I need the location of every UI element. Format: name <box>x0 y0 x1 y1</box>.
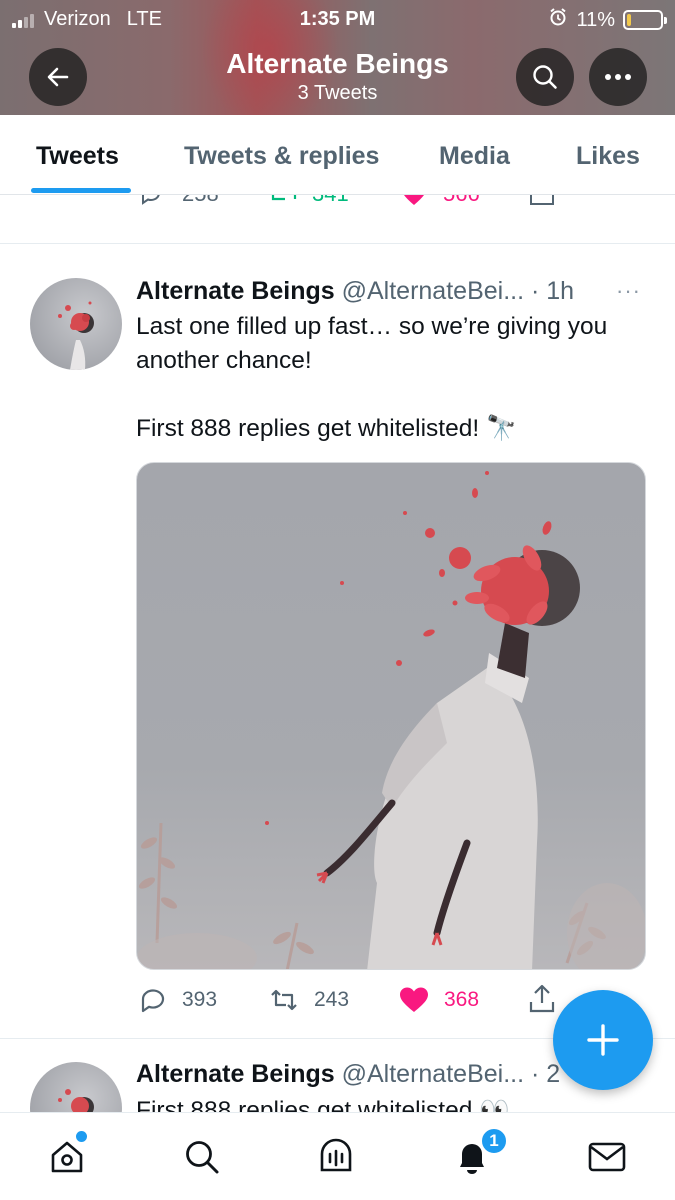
retweet-icon[interactable] <box>270 195 298 207</box>
avatar[interactable] <box>30 1062 122 1112</box>
nav-spaces[interactable] <box>314 1135 358 1179</box>
tweet-header: Alternate Beings @AlternateBei... · 2 <box>136 1060 560 1089</box>
avatar[interactable] <box>30 278 122 370</box>
tweet-text: First 888 replies get whitelisted 👀 <box>136 1097 510 1112</box>
share-icon <box>529 984 555 1013</box>
more-horizontal-icon <box>605 74 631 80</box>
tab-media[interactable]: Media <box>439 142 510 171</box>
retweet-button[interactable]: 243 <box>268 985 349 1015</box>
tab-tweets[interactable]: Tweets <box>36 142 119 171</box>
reply-count: 393 <box>182 988 218 1011</box>
author-handle[interactable]: @AlternateBei... <box>342 1060 524 1088</box>
active-tab-indicator <box>31 188 131 193</box>
retweet-count: 243 <box>314 988 350 1011</box>
heart-icon[interactable] <box>400 195 428 207</box>
divider <box>0 243 675 244</box>
tweet-time: · 2 <box>531 1060 561 1088</box>
previous-like-count: 566 <box>443 195 480 207</box>
avatar-image <box>58 1089 94 1112</box>
reply-icon[interactable] <box>138 195 164 207</box>
tweet-image[interactable] <box>136 462 646 970</box>
nav-search[interactable] <box>180 1135 224 1179</box>
author-handle[interactable]: @AlternateBei... <box>342 277 524 305</box>
battery-percent: 11% <box>576 8 615 31</box>
alarm-icon <box>548 7 568 33</box>
messages-icon <box>588 1142 626 1172</box>
tweet-text: Last one filled up fast… so we’re giving… <box>136 313 608 442</box>
notification-badge: 1 <box>480 1127 508 1155</box>
author-name[interactable]: Alternate Beings <box>136 1060 335 1088</box>
artwork-illustration <box>137 471 645 969</box>
tweet-header: Alternate Beings @AlternateBei... · 1h <box>136 277 574 306</box>
tweet-count: 3 Tweets <box>297 82 378 104</box>
profile-tabs: Tweets Tweets & replies Media Likes <box>0 115 675 195</box>
avatar-image <box>58 301 94 370</box>
plus-icon <box>587 1024 619 1056</box>
retweet-icon <box>271 989 297 1011</box>
search-button[interactable] <box>516 48 574 106</box>
like-button[interactable]: 368 <box>398 985 479 1015</box>
previous-tweet-actions: 258 341 566 <box>0 195 675 207</box>
share-button[interactable] <box>527 983 557 1015</box>
home-icon <box>51 1141 83 1173</box>
like-count: 368 <box>444 988 480 1011</box>
search-icon <box>186 1141 219 1174</box>
compose-tweet-button[interactable] <box>553 990 653 1090</box>
heart-icon <box>400 987 428 1012</box>
search-icon <box>533 65 557 89</box>
tweet-time: · 1h <box>531 277 575 305</box>
status-bar: Verizon LTE 1:35 PM 11% <box>0 0 675 38</box>
more-button[interactable] <box>589 48 647 106</box>
previous-reply-count: 258 <box>182 195 219 207</box>
author-name[interactable]: Alternate Beings <box>136 277 335 305</box>
tab-tweets-replies[interactable]: Tweets & replies <box>184 142 379 171</box>
share-icon[interactable] <box>528 195 556 207</box>
spaces-icon <box>320 1138 352 1172</box>
profile-header: Verizon LTE 1:35 PM 11% Alternate Beings… <box>0 0 675 115</box>
battery-icon <box>623 10 667 30</box>
reply-button[interactable]: 393 <box>138 985 217 1015</box>
previous-retweet-count: 341 <box>312 195 349 207</box>
home-unread-dot <box>76 1131 87 1142</box>
reply-icon <box>141 989 165 1013</box>
nav-messages[interactable] <box>585 1135 629 1179</box>
tab-likes[interactable]: Likes <box>576 142 640 171</box>
bottom-navigation: 1 <box>0 1112 675 1200</box>
tweet-more-button[interactable]: ··· <box>616 278 641 304</box>
